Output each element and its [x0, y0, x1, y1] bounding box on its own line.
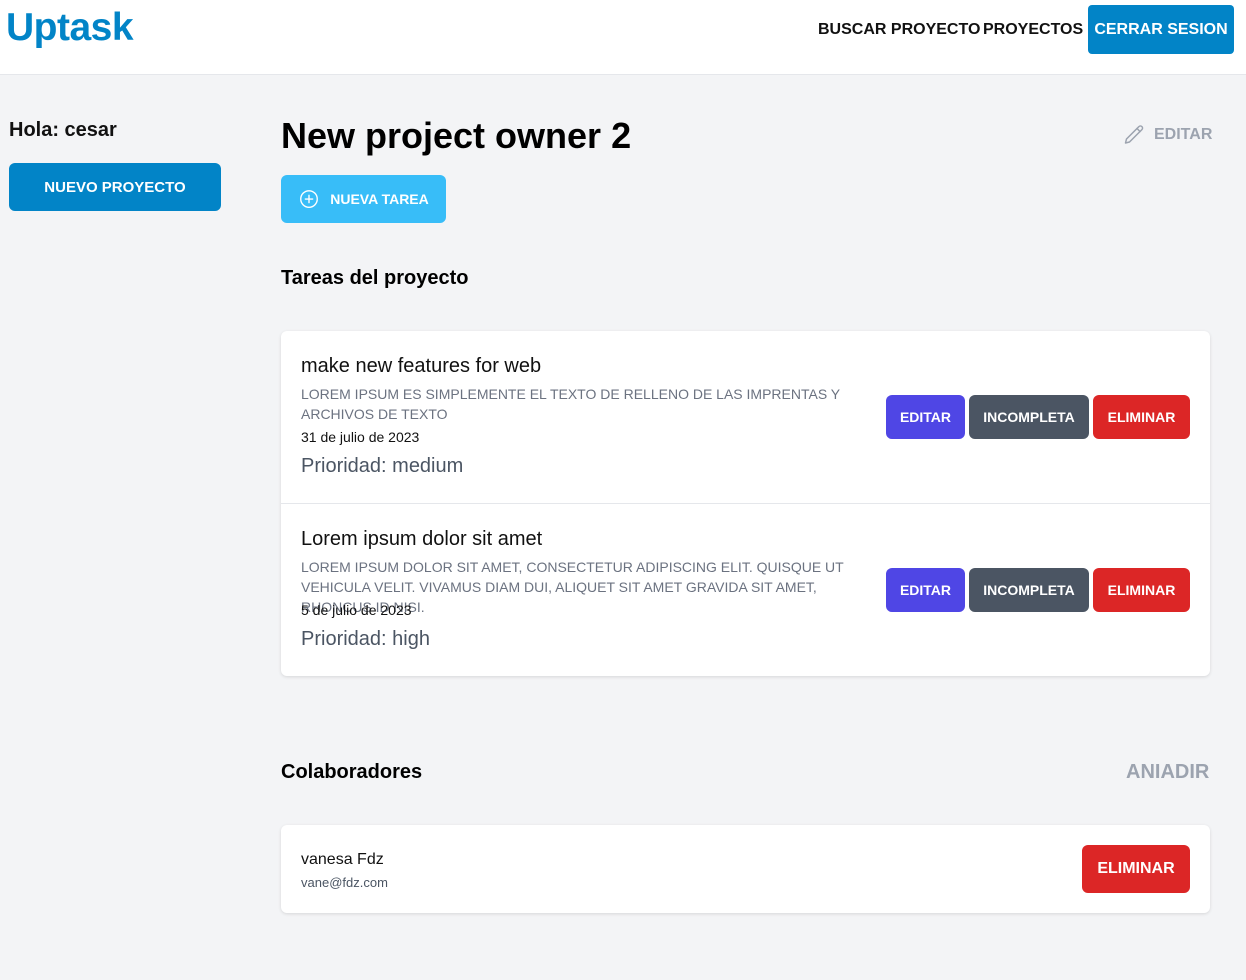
tasks-list: make new features for web LOREM IPSUM ES… [281, 331, 1210, 676]
new-task-button[interactable]: NUEVA TAREA [281, 175, 446, 223]
tasks-section-title: Tareas del proyecto [281, 267, 469, 289]
add-collaborator-button[interactable]: ANIADIR [1126, 761, 1209, 784]
new-project-button[interactable]: NUEVO PROYECTO [9, 163, 221, 211]
delete-collaborator-button[interactable]: ELIMINAR [1082, 845, 1190, 893]
edit-task-button[interactable]: EDITAR [886, 395, 965, 439]
user-greeting: Hola: cesar [9, 119, 117, 141]
collaborator-item: vanesa Fdz vane@fdz.com ELIMINAR [281, 825, 1210, 913]
edit-task-button[interactable]: EDITAR [886, 568, 965, 612]
pencil-icon [1124, 125, 1144, 144]
delete-task-button[interactable]: ELIMINAR [1093, 568, 1190, 612]
edit-project-label: EDITAR [1154, 126, 1213, 143]
new-task-label: NUEVA TAREA [330, 191, 429, 207]
task-date: 31 de julio de 2023 [301, 429, 420, 445]
task-priority: Prioridad: medium [301, 455, 464, 477]
nav-search-project[interactable]: BUSCAR PROYECTO [818, 21, 980, 39]
task-item: make new features for web LOREM IPSUM ES… [281, 331, 1210, 503]
app-logo[interactable]: Uptask [6, 6, 134, 50]
logout-button[interactable]: CERRAR SESION [1088, 5, 1234, 54]
task-date: 5 de julio de 2023 [301, 602, 412, 618]
plus-circle-icon [300, 190, 319, 208]
task-description: LOREM IPSUM ES SIMPLEMENTE EL TEXTO DE R… [301, 386, 840, 422]
project-title: New project owner 2 [281, 115, 632, 156]
task-name: Lorem ipsum dolor sit amet [301, 528, 543, 550]
collaborator-email: vane@fdz.com [301, 875, 388, 890]
delete-task-button[interactable]: ELIMINAR [1093, 395, 1190, 439]
task-item: Lorem ipsum dolor sit amet LOREM IPSUM D… [281, 503, 1210, 675]
task-status-button[interactable]: INCOMPLETA [969, 395, 1089, 439]
task-priority: Prioridad: high [301, 628, 430, 650]
collaborator-name: vanesa Fdz [301, 851, 384, 868]
collaborators-section-title: Colaboradores [281, 761, 423, 783]
top-header: Uptask BUSCAR PROYECTO PROYECTOS CERRAR … [0, 0, 1246, 75]
task-status-button[interactable]: INCOMPLETA [969, 568, 1089, 612]
edit-project-button[interactable]: EDITAR [1122, 123, 1212, 147]
task-name: make new features for web [301, 355, 542, 377]
nav-projects[interactable]: PROYECTOS [983, 21, 1083, 39]
